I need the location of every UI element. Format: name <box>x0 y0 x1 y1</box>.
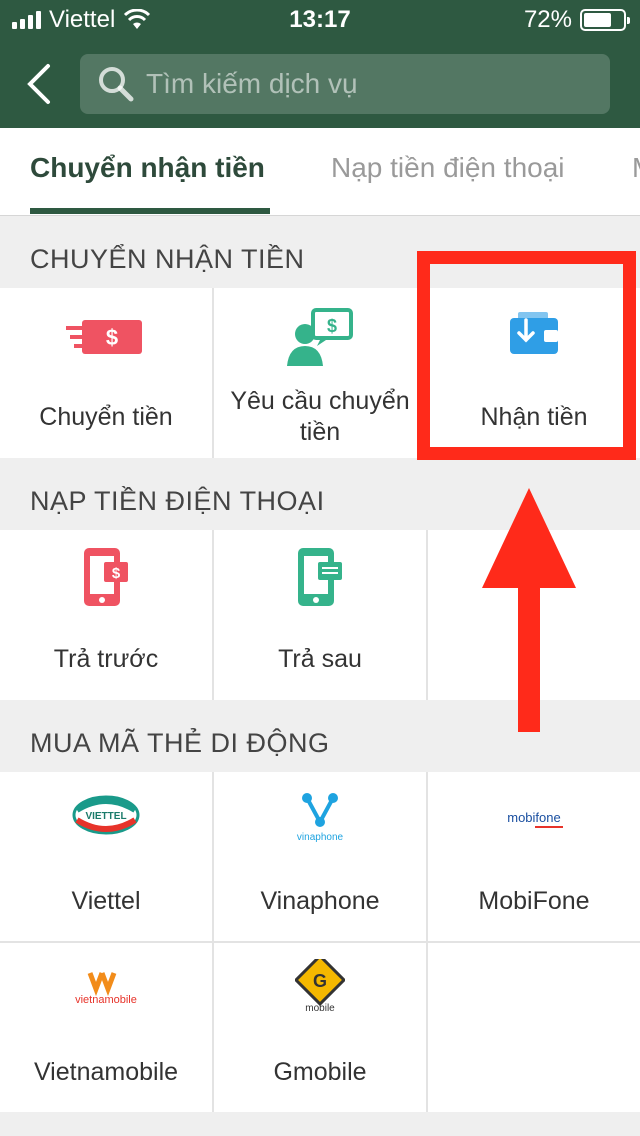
tab-nap-tien-dien-thoai[interactable]: Nạp tiền điện thoại <box>331 152 565 184</box>
service-label: Yêu cầu chuyển tiền <box>214 386 426 448</box>
status-bar: Viettel 13:17 72% <box>0 0 640 40</box>
chevron-left-icon <box>27 64 50 104</box>
section-title-nap-tien: NẠP TIỀN ĐIỆN THOẠI <box>30 486 325 516</box>
category-tabs: Chuyển nhận tiền Nạp tiền điện thoại M <box>0 128 640 216</box>
search-bar[interactable] <box>80 54 610 114</box>
viettel-logo: VIETTEL <box>72 795 140 835</box>
vietnamobile-logo: vietnamobile <box>75 972 137 1006</box>
app-header: Viettel 13:17 72% <box>0 0 640 128</box>
carrier-vietnamobile[interactable]: vietnamobile Vietnamobile <box>0 943 212 1112</box>
service-label: MobiFone <box>478 887 590 915</box>
carrier-viettel[interactable]: VIETTEL Viettel <box>0 772 212 941</box>
service-tra-truoc[interactable]: $ Trả trước <box>0 530 212 700</box>
service-label: Vietnamobile <box>33 1058 179 1086</box>
svg-text:$: $ <box>327 316 337 336</box>
svg-text:vinaphone: vinaphone <box>297 832 344 842</box>
service-yeu-cau-chuyen-tien[interactable]: $ Yêu cầu chuyển tiền <box>214 288 426 458</box>
service-label: Trả sau <box>278 645 362 673</box>
svg-text:vietnamobile: vietnamobile <box>75 994 137 1006</box>
service-tra-sau[interactable]: Trả sau <box>214 530 426 700</box>
back-button[interactable] <box>20 60 60 108</box>
gmobile-logo: G mobile <box>295 959 345 1014</box>
annotation-highlight-box <box>417 251 636 460</box>
search-input[interactable] <box>146 68 586 100</box>
prepaid-phone-icon: $ <box>84 548 128 606</box>
search-icon <box>99 67 134 102</box>
svg-text:G: G <box>313 971 327 991</box>
section-title-chuyen-nhan-tien: CHUYỂN NHẬN TIỀN <box>30 244 305 274</box>
vinaphone-logo: vinaphone <box>297 793 344 842</box>
annotation-arrow-up-icon <box>482 488 576 732</box>
section-title-mua-ma-the: MUA MÃ THẺ DI ĐỘNG <box>30 728 330 758</box>
carrier-vinaphone[interactable]: vinaphone Vinaphone <box>214 772 426 941</box>
mobifone-logo: mobifone <box>507 810 563 828</box>
battery-percent: 72% <box>523 6 572 33</box>
carrier-gmobile[interactable]: G mobile Gmobile <box>214 943 426 1112</box>
service-label-line2: tiền <box>299 418 341 446</box>
service-label: Vinaphone <box>260 887 380 915</box>
status-right: 72% <box>523 6 630 34</box>
service-label: Trả trước <box>53 645 159 673</box>
service-label: Chuyển tiền <box>39 403 173 431</box>
postpaid-phone-icon <box>298 548 342 606</box>
svg-text:VIETTEL: VIETTEL <box>85 811 126 822</box>
svg-text:$: $ <box>112 565 121 582</box>
carrier-mobifone[interactable]: mobifone MobiFone <box>428 772 640 941</box>
grid-row-cards: VIETTEL Viettel vinaphone Vinaphone mobi… <box>0 772 640 1112</box>
active-tab-indicator <box>30 208 270 214</box>
empty-cell <box>428 943 640 1112</box>
tab-partial[interactable]: M <box>632 152 640 184</box>
svg-text:$: $ <box>106 325 118 350</box>
battery-icon <box>580 9 630 31</box>
service-label: Viettel <box>71 887 141 915</box>
svg-text:mobifone: mobifone <box>507 810 560 825</box>
svg-text:mobile: mobile <box>305 1003 335 1014</box>
service-chuyen-tien[interactable]: $ Chuyển tiền <box>0 288 212 458</box>
tab-chuyen-nhan-tien[interactable]: Chuyển nhận tiền <box>30 152 265 184</box>
request-money-icon: $ <box>287 308 353 366</box>
service-label-line1: Yêu cầu chuyển <box>230 387 410 415</box>
service-label: Gmobile <box>273 1058 367 1086</box>
money-send-icon: $ <box>66 320 142 354</box>
